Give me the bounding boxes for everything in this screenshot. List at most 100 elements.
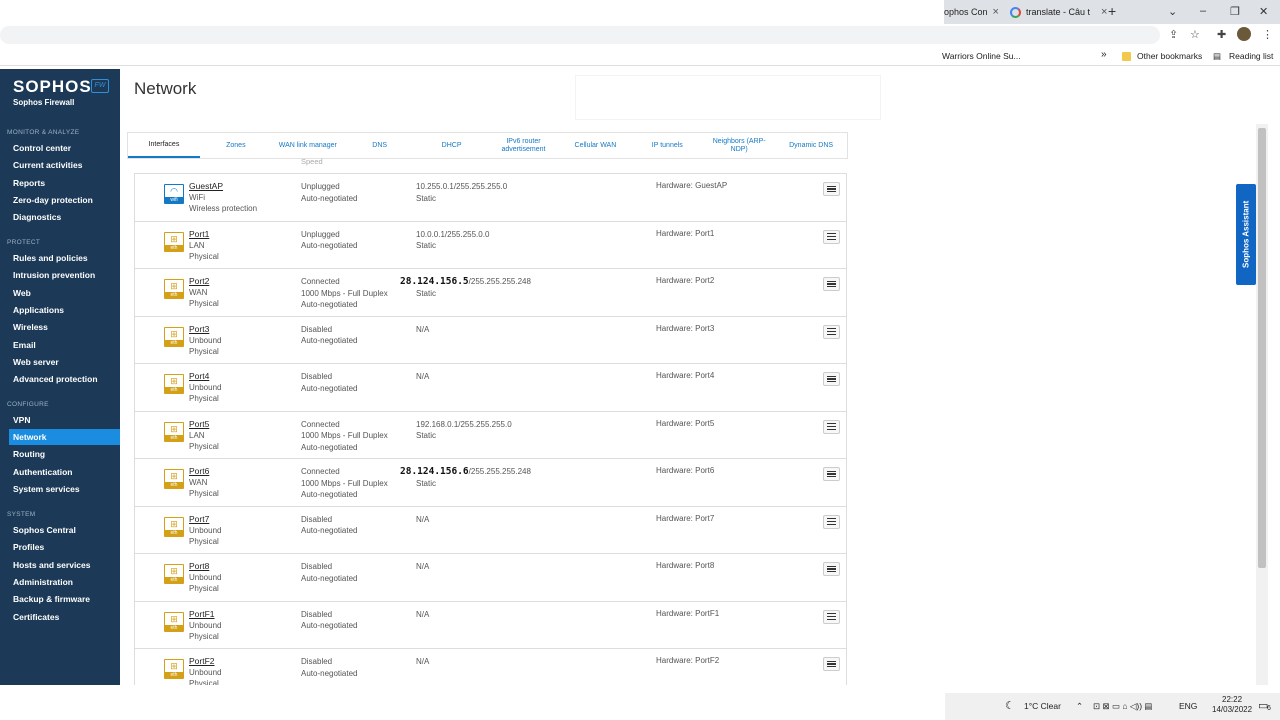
sidebar-item-applications[interactable]: Applications <box>0 302 120 318</box>
interface-type: Wireless protection <box>189 204 258 213</box>
row-menu-button[interactable] <box>823 467 840 481</box>
row-menu-button[interactable] <box>823 372 840 386</box>
sidebar-item-vpn[interactable]: VPN <box>0 412 120 428</box>
sidebar-item-control-center[interactable]: Control center <box>0 140 120 156</box>
interface-name-link[interactable]: Port1 <box>189 229 219 240</box>
other-bookmarks[interactable]: Other bookmarks <box>1137 51 1202 61</box>
row-menu-button[interactable] <box>823 229 840 244</box>
sidebar-item-zero-day-protection[interactable]: Zero-day protection <box>0 192 120 208</box>
interface-name-cell: Port4 Unbound Physical <box>189 371 221 404</box>
close-icon[interactable]: × <box>1101 6 1107 18</box>
sidebar-item-wireless[interactable]: Wireless <box>0 319 120 335</box>
ip-address: N/A <box>416 514 430 524</box>
tab-dhcp[interactable]: DHCP <box>416 133 488 158</box>
extensions-icon[interactable]: ✚ <box>1217 28 1226 41</box>
sidebar-item-system-services[interactable]: System services <box>0 481 120 497</box>
browser-tabstrip: ophos Con × translate - Câu t × + ⌄ – ❐ … <box>0 0 1280 24</box>
ip-address: N/A <box>416 657 430 666</box>
tab-ip-tunnels[interactable]: IP tunnels <box>631 133 703 158</box>
close-icon[interactable]: × <box>993 6 999 18</box>
sidebar-item-network[interactable]: Network <box>9 429 120 445</box>
sidebar-item-email[interactable]: Email <box>0 337 120 353</box>
hamburger-icon <box>827 375 836 377</box>
restore-icon[interactable]: ❐ <box>1230 5 1240 18</box>
tab-neighbors[interactable]: Neighbors (ARP-NDP) <box>703 133 775 158</box>
table-row: ⊞ eth Port1 LAN Physical Unplugged Auto-negoti… <box>135 222 846 269</box>
interface-name-link[interactable]: PortF1 <box>189 609 221 620</box>
interface-zone: Unbound <box>189 383 222 392</box>
bookmarks-overflow-button[interactable]: » <box>1101 49 1107 60</box>
interface-name-link[interactable]: Port6 <box>189 466 219 477</box>
tab-cellular-wan[interactable]: Cellular WAN <box>559 133 631 158</box>
sidebar-item-diagnostics[interactable]: Diagnostics <box>0 209 120 225</box>
row-menu-button[interactable] <box>823 514 840 529</box>
row-menu-button[interactable] <box>823 562 840 576</box>
status-cell: Disabled Auto-negotiated <box>301 514 358 537</box>
scrollbar[interactable] <box>1256 124 1268 685</box>
interface-name-link[interactable]: Port8 <box>189 561 221 572</box>
tray-icons[interactable]: ⊡ ⊠ ▭ ⌂ ◁)) ▤ <box>1093 701 1152 712</box>
minimize-icon[interactable]: – <box>1200 5 1206 17</box>
share-icon[interactable]: ⇪ <box>1169 28 1178 41</box>
more-vert-icon[interactable]: ⋮ <box>1262 28 1273 41</box>
avatar[interactable] <box>1237 27 1251 41</box>
interface-zone: LAN <box>189 430 205 440</box>
url-field[interactable] <box>0 26 1160 44</box>
tab-dns[interactable]: DNS <box>344 133 416 158</box>
sophos-assistant-button[interactable]: Sophos Assistant <box>1236 184 1256 285</box>
tab-interfaces[interactable]: Interfaces <box>128 133 200 158</box>
sidebar-item-routing[interactable]: Routing <box>0 446 120 462</box>
interface-name-link[interactable]: PortF2 <box>189 656 221 667</box>
close-window-icon[interactable]: ✕ <box>1259 5 1268 18</box>
browser-tab-translate[interactable]: translate - Câu t × <box>1010 0 1107 24</box>
weather-text[interactable]: 1°C Clear <box>1024 701 1061 711</box>
row-menu-button[interactable] <box>823 324 840 339</box>
interface-name-link[interactable]: GuestAP <box>189 181 257 192</box>
sidebar-item-sophos-central[interactable]: Sophos Central <box>0 522 120 538</box>
reading-list[interactable]: Reading list <box>1229 51 1273 61</box>
tab-dynamic-dns[interactable]: Dynamic DNS <box>775 133 847 158</box>
row-menu-button[interactable] <box>823 182 840 196</box>
row-menu-button[interactable] <box>823 609 840 624</box>
sidebar-item-current-activities[interactable]: Current activities <box>0 157 120 173</box>
browser-tab-sophos[interactable]: ophos Con × <box>944 0 999 24</box>
interface-zone: Unbound <box>189 525 222 535</box>
sidebar-item-web-server[interactable]: Web server <box>0 354 120 370</box>
row-menu-button[interactable] <box>823 419 840 434</box>
ip-address: N/A <box>416 372 430 381</box>
interface-zone: LAN <box>189 240 205 250</box>
address-bar[interactable]: ⇪ ☆ ✚ ⋮ <box>0 24 1280 46</box>
tab-ipv6-router-advertisement[interactable]: IPv6 router advertisement <box>488 133 560 158</box>
interface-name-link[interactable]: Port4 <box>189 371 221 382</box>
tab-wan-link-manager[interactable]: WAN link manager <box>272 133 344 158</box>
sidebar-item-rules-and-policies[interactable]: Rules and policies <box>0 250 120 266</box>
time: 22:22 <box>1222 695 1243 704</box>
connection-status: Connected <box>301 467 340 476</box>
sidebar-item-advanced-protection[interactable]: Advanced protection <box>0 371 120 387</box>
language-indicator[interactable]: ENG <box>1179 701 1197 711</box>
interface-name-link[interactable]: Port7 <box>189 514 221 525</box>
star-icon[interactable]: ☆ <box>1190 28 1200 41</box>
interface-name-link[interactable]: Port2 <box>189 276 219 287</box>
row-menu-button[interactable] <box>823 277 840 291</box>
new-tab-button[interactable]: + <box>1108 3 1116 19</box>
sophos-logo[interactable]: SOPHOS Sophos Firewall FW <box>13 77 109 107</box>
sidebar-item-reports[interactable]: Reports <box>0 175 120 191</box>
sidebar-item-hosts-and-services[interactable]: Hosts and services <box>0 557 120 573</box>
chevron-down-icon[interactable]: ⌄ <box>1168 5 1177 18</box>
interface-name-link[interactable]: Port5 <box>189 419 219 430</box>
sidebar-item-intrusion-prevention[interactable]: Intrusion prevention <box>0 267 120 283</box>
clock[interactable]: 22:22 14/03/2022 <box>1212 695 1252 715</box>
interface-name-link[interactable]: Port3 <box>189 324 221 335</box>
chevron-up-icon[interactable]: ⌃ <box>1076 701 1083 712</box>
sidebar-item-authentication[interactable]: Authentication <box>0 464 120 480</box>
tab-zones[interactable]: Zones <box>200 133 272 158</box>
scrollbar-thumb[interactable] <box>1258 128 1266 568</box>
sidebar-item-web[interactable]: Web <box>0 285 120 301</box>
sidebar-item-administration[interactable]: Administration <box>0 574 120 590</box>
bookmark-warriors[interactable]: Warriors Online Su... <box>942 51 1021 61</box>
sidebar-item-backup-firmware[interactable]: Backup & firmware <box>0 591 120 607</box>
sidebar-item-profiles[interactable]: Profiles <box>0 539 120 555</box>
row-menu-button[interactable] <box>823 657 840 671</box>
sidebar-item-certificates[interactable]: Certificates <box>0 609 120 625</box>
